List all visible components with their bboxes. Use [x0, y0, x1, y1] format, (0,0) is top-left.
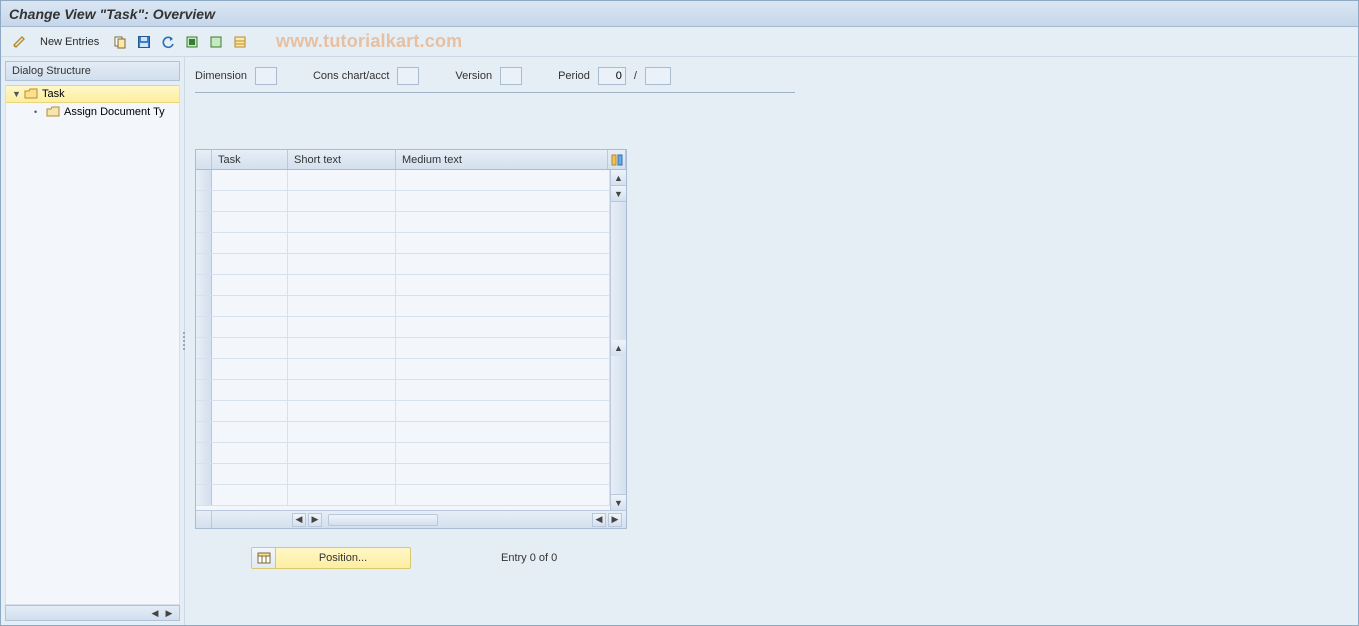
entry-count: Entry 0 of 0 — [501, 552, 557, 564]
cons-chart-input[interactable] — [397, 67, 419, 85]
period-input[interactable] — [598, 67, 626, 85]
sidebar-hscroll: ◀ ▶ — [5, 605, 180, 621]
table-rows — [196, 170, 610, 510]
table-config-icon[interactable] — [608, 150, 626, 169]
tree-node-task[interactable]: ▼ Task — [6, 85, 179, 103]
hscroll-thumb[interactable] — [328, 514, 438, 526]
hscroll-left-icon[interactable]: ◀ — [292, 513, 306, 527]
dialog-structure-header: Dialog Structure — [5, 61, 180, 81]
table-row[interactable] — [196, 443, 610, 464]
col-medium-text[interactable]: Medium text — [396, 150, 608, 169]
col-task[interactable]: Task — [212, 150, 288, 169]
select-all-icon[interactable] — [182, 32, 202, 52]
period-year-input[interactable] — [645, 67, 671, 85]
tree-caret-icon[interactable]: ▼ — [12, 89, 20, 99]
table-row[interactable] — [196, 422, 610, 443]
save-icon[interactable] — [134, 32, 154, 52]
hscroll-right-step-icon[interactable]: ▶ — [308, 513, 322, 527]
hscroll-right-end-icon[interactable]: ▶ — [608, 513, 622, 527]
toolbar: New Entries www.tutorialkart.com — [1, 27, 1358, 57]
scroll-down-step-icon[interactable]: ▼ — [611, 186, 626, 202]
scroll-up-icon[interactable]: ▲ — [611, 170, 626, 186]
table-row[interactable] — [196, 485, 610, 506]
table-row[interactable] — [196, 401, 610, 422]
scroll-up-step-icon[interactable]: ▲ — [611, 340, 626, 356]
position-button[interactable]: Position... — [251, 547, 411, 569]
position-icon — [252, 548, 276, 568]
undo-icon[interactable] — [158, 32, 178, 52]
tree-label: Assign Document Ty — [64, 106, 165, 118]
table-row[interactable] — [196, 275, 610, 296]
hscroll-left-end-icon[interactable]: ◀ — [592, 513, 606, 527]
dimension-input[interactable] — [255, 67, 277, 85]
table-row[interactable] — [196, 296, 610, 317]
table-footer: Position... Entry 0 of 0 — [195, 547, 1348, 569]
table-hscroll[interactable]: ◀ ▶ ◀ ▶ — [196, 510, 626, 528]
table-row[interactable] — [196, 359, 610, 380]
table-row[interactable] — [196, 317, 610, 338]
task-table: Task Short text Medium text — [195, 149, 627, 529]
main-area: Dimension Cons chart/acct Version Period… — [185, 57, 1358, 625]
table-row[interactable] — [196, 338, 610, 359]
copy-icon[interactable] — [110, 32, 130, 52]
watermark: www.tutorialkart.com — [276, 31, 462, 52]
tree-bullet-icon: • — [34, 107, 42, 117]
version-input[interactable] — [500, 67, 522, 85]
toggle-edit-icon[interactable] — [9, 32, 29, 52]
table-row[interactable] — [196, 212, 610, 233]
dialog-structure-tree: ▼ Task • Assign Document Ty — [5, 85, 180, 605]
version-label: Version — [455, 70, 492, 82]
cons-chart-label: Cons chart/acct — [313, 70, 389, 82]
period-label: Period — [558, 70, 590, 82]
folder-open-icon — [24, 88, 38, 100]
table-row[interactable] — [196, 170, 610, 191]
deselect-all-icon[interactable] — [206, 32, 226, 52]
table-row[interactable] — [196, 233, 610, 254]
titlebar: Change View "Task": Overview — [1, 1, 1358, 27]
col-short-text[interactable]: Short text — [288, 150, 396, 169]
scroll-down-icon[interactable]: ▼ — [611, 494, 626, 510]
sidebar: Dialog Structure ▼ Task • Assign Documen… — [1, 57, 185, 625]
filter-row: Dimension Cons chart/acct Version Period… — [195, 63, 795, 93]
table-corner[interactable] — [196, 150, 212, 169]
position-label: Position... — [276, 552, 410, 564]
scroll-right-icon[interactable]: ▶ — [163, 607, 175, 619]
table-header: Task Short text Medium text — [196, 150, 626, 170]
period-separator: / — [634, 70, 637, 82]
table-row[interactable] — [196, 254, 610, 275]
scroll-left-icon[interactable]: ◀ — [149, 607, 161, 619]
tree-label: Task — [42, 88, 65, 100]
dimension-label: Dimension — [195, 70, 247, 82]
new-entries-button[interactable]: New Entries — [33, 32, 106, 52]
table-row[interactable] — [196, 380, 610, 401]
table-view-icon[interactable] — [230, 32, 250, 52]
table-row[interactable] — [196, 464, 610, 485]
table-vscroll[interactable]: ▲ ▼ ▲ ▼ — [610, 170, 626, 510]
page-title: Change View "Task": Overview — [9, 6, 215, 22]
table-row[interactable] — [196, 191, 610, 212]
tree-node-assign-doc-type[interactable]: • Assign Document Ty — [6, 103, 179, 121]
folder-icon — [46, 106, 60, 118]
